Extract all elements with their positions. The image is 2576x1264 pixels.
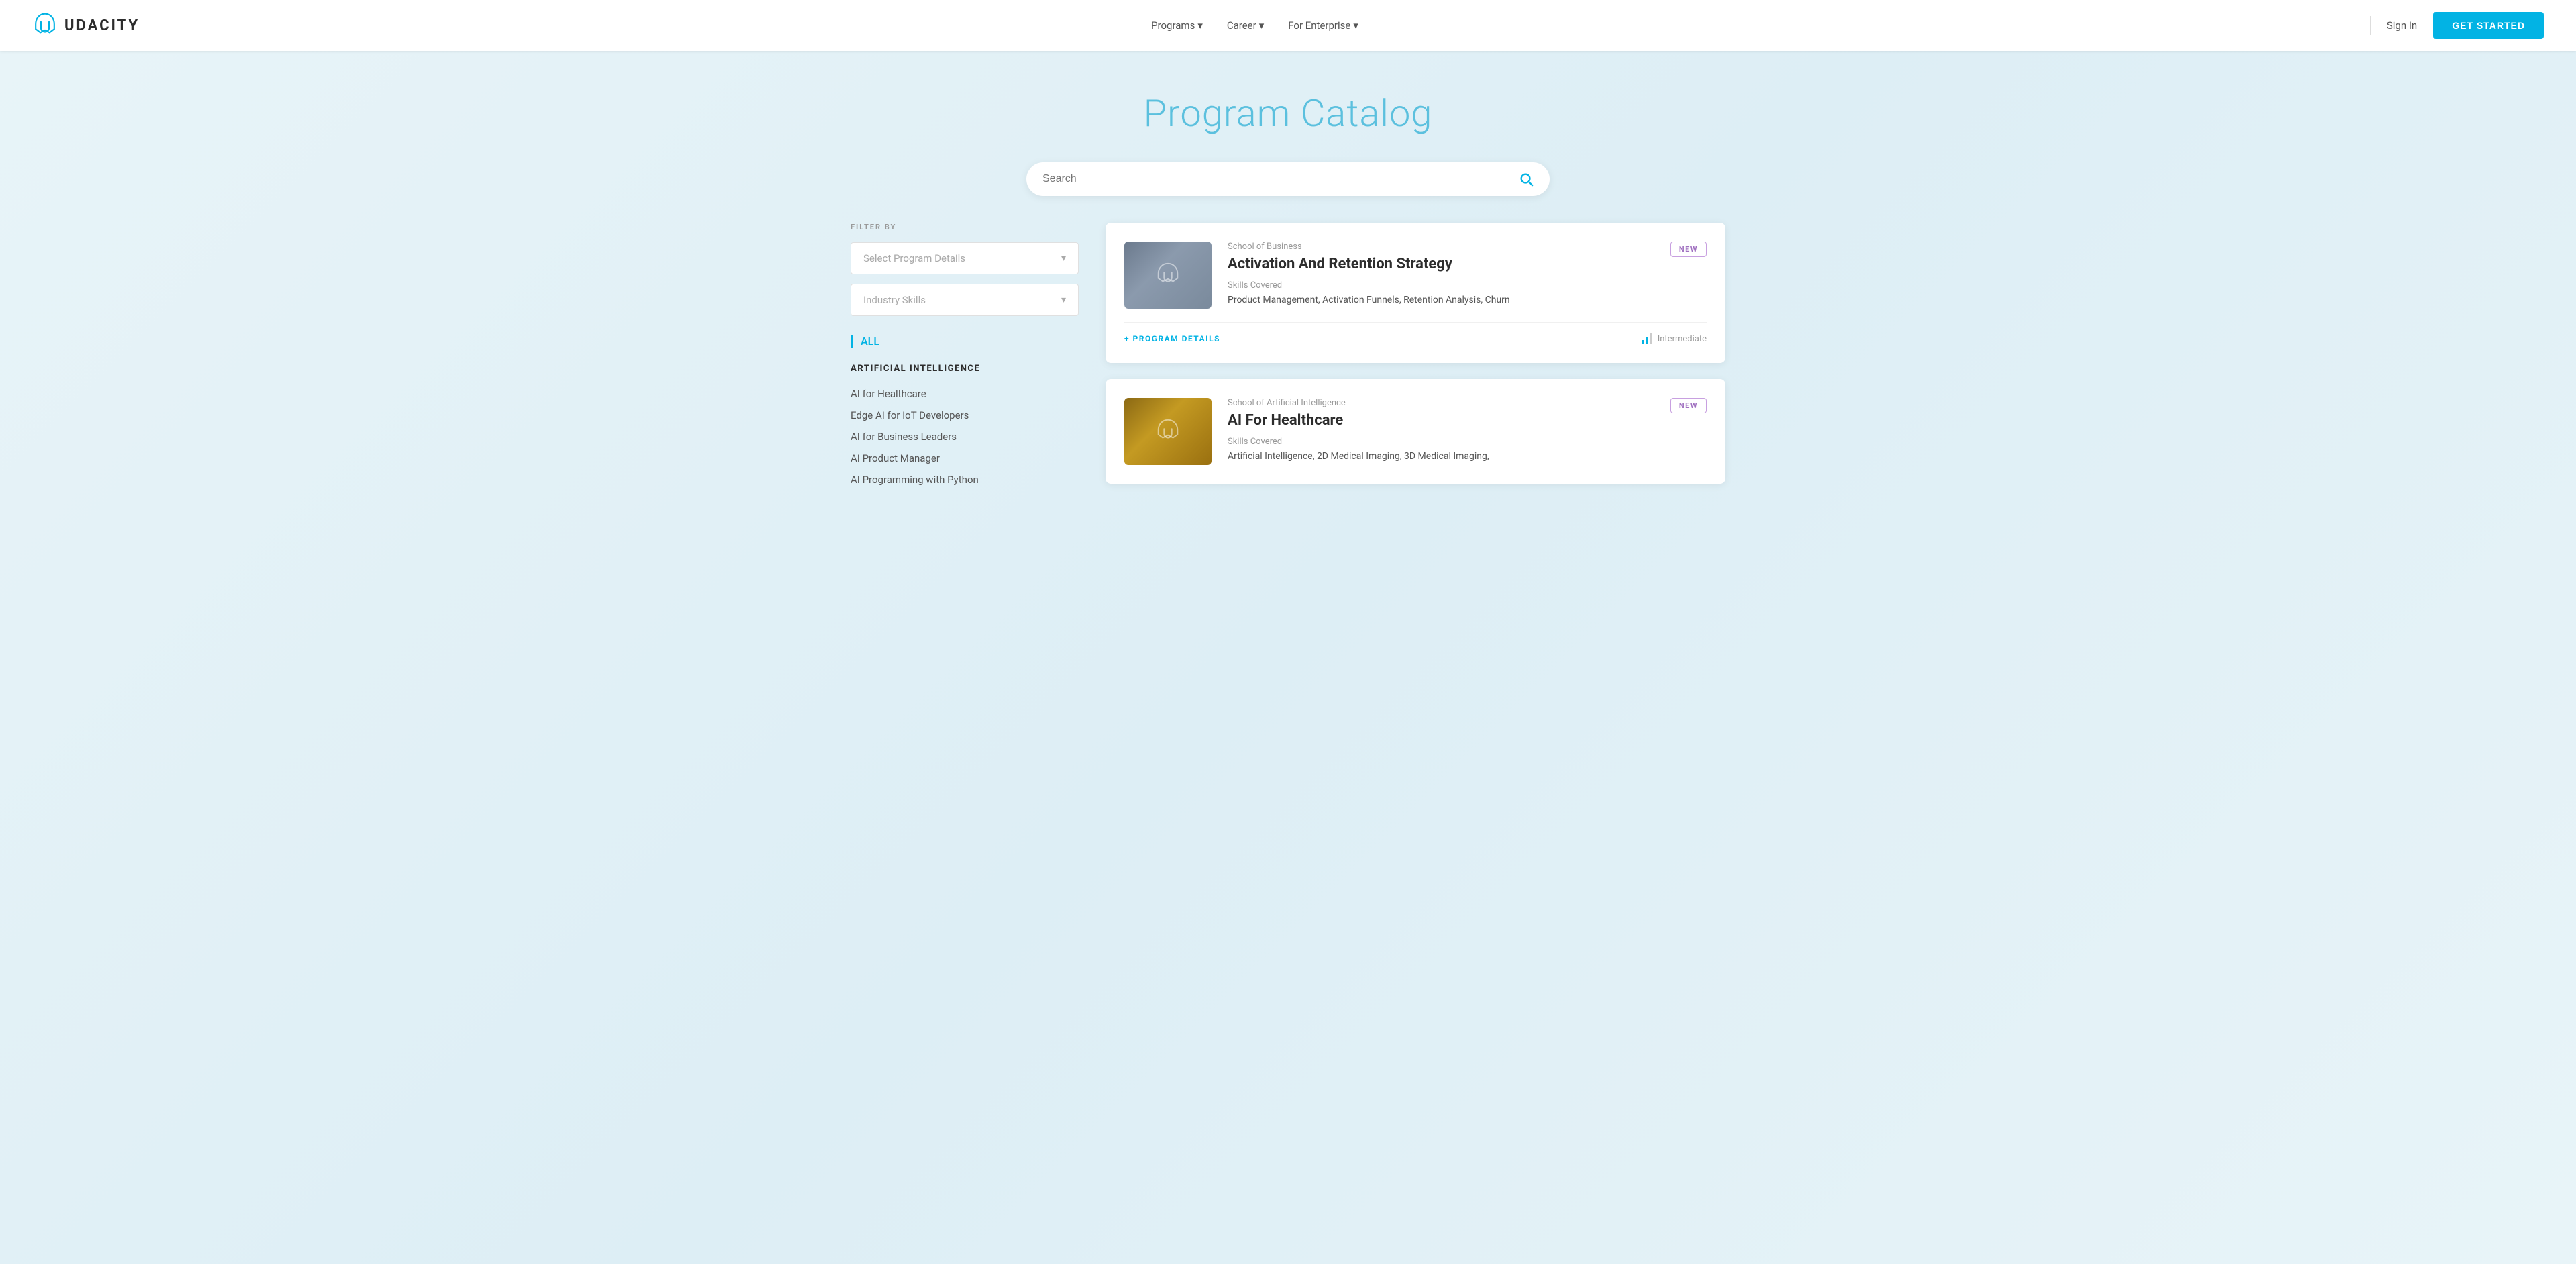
sidebar-item-ai-healthcare[interactable]: AI for Healthcare (851, 383, 1079, 405)
sidebar-item-ai-python[interactable]: AI Programming with Python (851, 469, 1079, 490)
program-card-activation: NEW School of Business Activation And Re… (1106, 223, 1725, 363)
skills-label: Skills Covered (1228, 280, 1707, 291)
difficulty-icon (1642, 333, 1652, 344)
select-program-details-dropdown[interactable]: Select Program Details ▾ (851, 242, 1079, 274)
nav-enterprise[interactable]: For Enterprise ▾ (1288, 19, 1358, 32)
program-title: Activation And Retention Strategy (1228, 256, 1707, 272)
card-footer-activation: + PROGRAM DETAILS Intermediate (1124, 322, 1707, 344)
sidebar-item-edge-ai[interactable]: Edge AI for IoT Developers (851, 405, 1079, 426)
skills-label: Skills Covered (1228, 437, 1707, 447)
card-thumbnail-business (1124, 242, 1212, 309)
chevron-down-icon: ▾ (1061, 253, 1066, 264)
program-card-ai-healthcare: NEW School of Artificial Intelligence AI… (1106, 379, 1725, 484)
new-badge: NEW (1670, 398, 1707, 413)
udacity-logo-icon (32, 13, 58, 38)
sign-in-link[interactable]: Sign In (2387, 19, 2417, 32)
header: UDACITY Programs ▾ Career ▾ For Enterpri… (0, 0, 2576, 51)
all-filter-label[interactable]: ALL (851, 335, 879, 348)
card-thumbnail-ai (1124, 398, 1212, 465)
programs-list: NEW School of Business Activation And Re… (1106, 223, 1725, 490)
nav-career[interactable]: Career ▾ (1227, 19, 1264, 32)
all-section: ALL (851, 335, 1079, 348)
card-top: School of Artificial Intelligence AI For… (1124, 398, 1707, 465)
difficulty-label: Intermediate (1658, 334, 1707, 344)
category-title: ARTIFICIAL INTELLIGENCE (851, 364, 1079, 374)
nav-divider (2370, 16, 2371, 35)
school-label: School of Business (1228, 242, 1707, 252)
nav-right: Sign In GET STARTED (2370, 12, 2544, 39)
udacity-thumb-icon (1154, 261, 1182, 289)
page-title: Program Catalog (13, 91, 2563, 136)
new-badge: NEW (1670, 242, 1707, 257)
search-icon (1519, 172, 1534, 187)
skills-text: Product Management, Activation Funnels, … (1228, 293, 1707, 307)
filter-by-label: FILTER BY (851, 223, 1079, 231)
card-content-activation: School of Business Activation And Retent… (1228, 242, 1707, 307)
logo-text: UDACITY (64, 17, 140, 34)
hero-section: Program Catalog (0, 51, 2576, 162)
program-details-link[interactable]: + PROGRAM DETAILS (1124, 334, 1220, 344)
search-container (0, 162, 2576, 223)
nav-programs[interactable]: Programs ▾ (1151, 19, 1203, 32)
category-artificial-intelligence: ARTIFICIAL INTELLIGENCE AI for Healthcar… (851, 364, 1079, 490)
main-content: FILTER BY Select Program Details ▾ Indus… (818, 223, 1758, 531)
sidebar-item-ai-business[interactable]: AI for Business Leaders (851, 426, 1079, 447)
main-nav: Programs ▾ Career ▾ For Enterprise ▾ (1151, 19, 1358, 32)
program-title: AI For Healthcare (1228, 412, 1707, 429)
difficulty-area: Intermediate (1642, 333, 1707, 344)
industry-skills-dropdown[interactable]: Industry Skills ▾ (851, 284, 1079, 316)
chevron-down-icon: ▾ (1259, 19, 1265, 32)
card-top: School of Business Activation And Retent… (1124, 242, 1707, 309)
search-box (1026, 162, 1550, 196)
udacity-thumb-icon (1154, 417, 1182, 445)
sidebar: FILTER BY Select Program Details ▾ Indus… (851, 223, 1079, 490)
chevron-down-icon: ▾ (1197, 19, 1203, 32)
chevron-down-icon: ▾ (1061, 295, 1066, 305)
search-button[interactable] (1519, 172, 1534, 187)
chevron-down-icon: ▾ (1353, 19, 1358, 32)
sidebar-item-ai-product-manager[interactable]: AI Product Manager (851, 447, 1079, 469)
search-input[interactable] (1042, 173, 1519, 185)
school-label: School of Artificial Intelligence (1228, 398, 1707, 408)
skills-text: Artificial Intelligence, 2D Medical Imag… (1228, 450, 1707, 464)
get-started-button[interactable]: GET STARTED (2433, 12, 2544, 39)
logo-area[interactable]: UDACITY (32, 13, 140, 38)
card-content-ai-healthcare: School of Artificial Intelligence AI For… (1228, 398, 1707, 464)
